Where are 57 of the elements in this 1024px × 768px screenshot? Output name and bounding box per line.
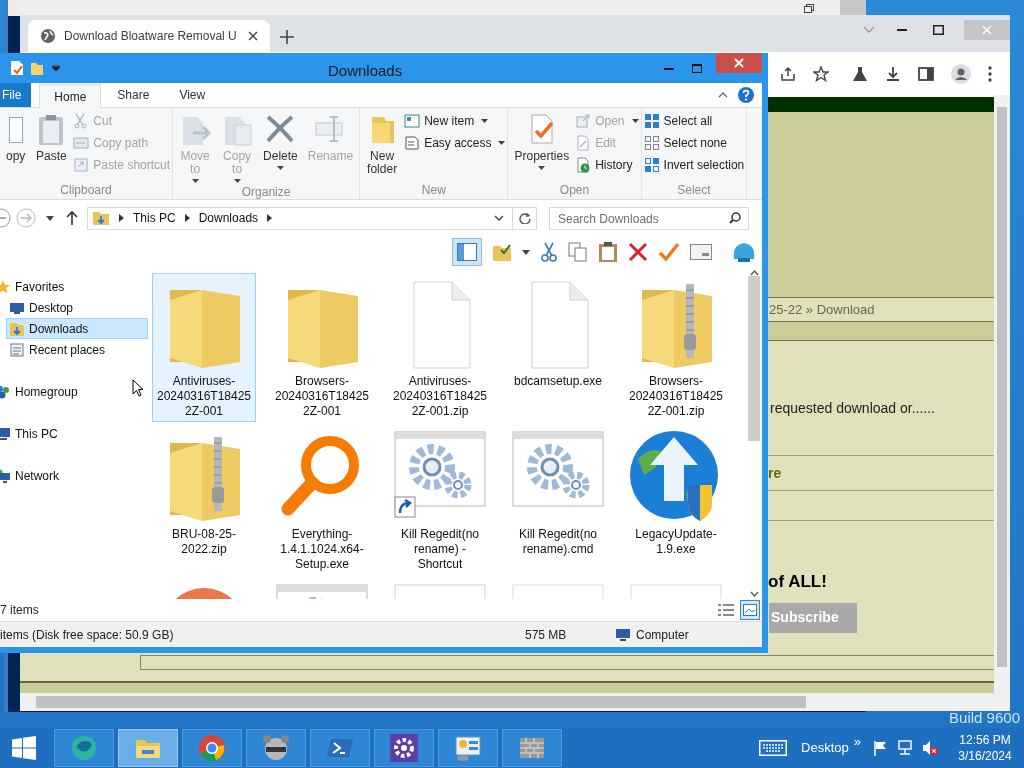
path-segment[interactable]: This PC [133, 209, 176, 227]
nav-item[interactable]: Network [0, 465, 148, 486]
ribbon-tab[interactable]: Share [103, 83, 164, 107]
nav-item[interactable]: Favorites [0, 276, 148, 297]
group-label: New [420, 182, 447, 199]
file-item[interactable]: BRU-08-25-2022.zip [152, 426, 256, 575]
ribbon-tab[interactable]: Home [39, 84, 102, 108]
breadcrumb: 25-22 » Download [769, 300, 875, 319]
ribbon-button[interactable]: Invert selection [643, 157, 745, 173]
file-item[interactable]: Kill Regedit(no rename) - Shortcut [388, 426, 492, 575]
overflow-chevron[interactable]: » [853, 732, 861, 752]
size-text: 575 MB [525, 626, 568, 644]
location-text: Computer [636, 626, 689, 644]
path-segment[interactable]: Downloads [198, 209, 259, 227]
item-count: 7 items [0, 602, 39, 619]
window-title: Downloads [328, 61, 403, 81]
search-field[interactable]: Search Downloads [549, 207, 749, 231]
desktop-toolbar-label[interactable]: Desktop [801, 738, 849, 758]
ribbon-button[interactable]: Delete [259, 111, 302, 170]
ribbon-button[interactable]: History [575, 157, 639, 173]
file-item[interactable]: Antiviruses-20240316T184252Z-001.zip [388, 273, 492, 422]
section-heading: re [768, 463, 782, 483]
status-text: items (Disk free space: 50.9 GB) [0, 626, 175, 644]
file-item[interactable]: LegacyUpdate-1.9.exe [624, 426, 728, 575]
ribbon-button[interactable]: opy [2, 111, 30, 163]
file-item[interactable]: Everything-1.4.1.1024.x64-Setup.exe [270, 426, 374, 575]
file-item[interactable]: Browsers-20240316T184252Z-001 [270, 273, 374, 422]
ribbon-button[interactable]: Select all [643, 113, 745, 129]
ribbon-tab[interactable]: View [165, 83, 220, 107]
ribbon-button[interactable]: Easy access [404, 135, 506, 151]
file-tab[interactable]: File [0, 83, 32, 107]
nav-item[interactable]: Downloads [6, 318, 148, 339]
group-label: Organize [240, 184, 292, 201]
nav-item[interactable]: Recent places [6, 339, 148, 360]
build-number-text: Build 9600 [949, 708, 1020, 728]
ribbon-button[interactable]: New item [404, 113, 506, 129]
group-label: Open [558, 182, 591, 199]
clock-date[interactable]: 3/16/2024 [958, 748, 1012, 764]
nav-item[interactable]: This PC [0, 423, 148, 444]
file-item[interactable]: bdcamsetup.exe [506, 273, 610, 422]
tab-title: Download Bloatware Removal U [64, 28, 238, 45]
file-item[interactable]: Browsers-20240316T184252Z-001.zip [624, 273, 728, 422]
group-label: Clipboard [59, 182, 113, 199]
ribbon-button[interactable]: Properties [510, 111, 574, 170]
promo-heading: of ALL! [768, 572, 827, 591]
ribbon-button[interactable]: Paste [31, 111, 72, 163]
file-item[interactable]: Kill Regedit(no rename).cmd [506, 426, 610, 575]
browser-tab[interactable]: Download Bloatware Removal U [28, 20, 270, 52]
download-message: requested download or...... [770, 400, 935, 416]
ribbon-button[interactable]: New folder [362, 111, 403, 176]
ribbon-button[interactable]: Select none [643, 135, 745, 151]
address-bar[interactable]: This PC Downloads [87, 206, 537, 230]
nav-item[interactable]: Homegroup [0, 381, 148, 402]
file-item[interactable]: Antiviruses-20240316T184252Z-001 [152, 273, 256, 422]
nav-item[interactable]: Desktop [6, 297, 148, 318]
group-label: Select [676, 182, 712, 199]
clock-time[interactable]: 12:56 PM [959, 732, 1011, 748]
